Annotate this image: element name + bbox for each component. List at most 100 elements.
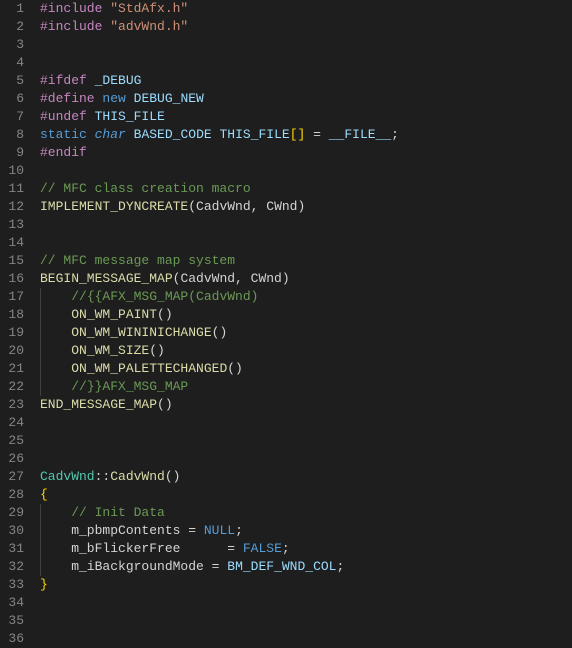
code-line[interactable]: { <box>40 486 572 504</box>
code-token: m_pbmpContents <box>40 523 188 538</box>
code-token: "StdAfx.h" <box>110 1 188 16</box>
code-line[interactable]: ON_WM_PAINT() <box>40 306 572 324</box>
code-line[interactable]: } <box>40 576 572 594</box>
code-line[interactable]: CadvWnd::CadvWnd() <box>40 468 572 486</box>
line-number: 26 <box>6 450 24 468</box>
line-number: 10 <box>6 162 24 180</box>
code-token <box>321 127 329 142</box>
code-line[interactable]: #include "advWnd.h" <box>40 18 572 36</box>
code-line[interactable]: m_iBackgroundMode = BM_DEF_WND_COL; <box>40 558 572 576</box>
line-number: 17 <box>6 288 24 306</box>
code-token <box>40 289 71 304</box>
code-token: BM_DEF_WND_COL <box>227 559 336 574</box>
code-line[interactable] <box>40 450 572 468</box>
code-token <box>126 91 134 106</box>
code-line[interactable] <box>40 432 572 450</box>
code-line[interactable] <box>40 54 572 72</box>
line-number: 16 <box>6 270 24 288</box>
code-token: BASED_CODE <box>134 127 212 142</box>
code-token: CWnd <box>251 271 282 286</box>
line-number: 15 <box>6 252 24 270</box>
code-token: __FILE__ <box>329 127 391 142</box>
code-token: FALSE <box>243 541 282 556</box>
code-line[interactable] <box>40 162 572 180</box>
indent-guide <box>40 504 41 522</box>
code-token: // Init Data <box>71 505 165 520</box>
code-line[interactable]: // Init Data <box>40 504 572 522</box>
code-token <box>196 523 204 538</box>
code-line[interactable]: m_bFlickerFree = FALSE; <box>40 540 572 558</box>
code-line[interactable]: // MFC class creation macro <box>40 180 572 198</box>
code-line[interactable]: #undef THIS_FILE <box>40 108 572 126</box>
code-token: , <box>251 199 267 214</box>
line-number: 8 <box>6 126 24 144</box>
code-line[interactable]: static char BASED_CODE THIS_FILE[] = __F… <box>40 126 572 144</box>
code-line[interactable] <box>40 594 572 612</box>
code-line[interactable]: #ifdef _DEBUG <box>40 72 572 90</box>
line-number: 18 <box>6 306 24 324</box>
line-number: 1 <box>6 0 24 18</box>
code-line[interactable]: IMPLEMENT_DYNCREATE(CadvWnd, CWnd) <box>40 198 572 216</box>
code-line[interactable]: #endif <box>40 144 572 162</box>
code-line[interactable]: m_pbmpContents = NULL; <box>40 522 572 540</box>
indent-guide <box>40 558 41 576</box>
line-number: 13 <box>6 216 24 234</box>
indent-guide <box>40 342 41 360</box>
code-token <box>235 541 243 556</box>
code-token: ( <box>188 199 196 214</box>
code-line[interactable] <box>40 630 572 648</box>
line-number: 36 <box>6 630 24 648</box>
code-token: [] <box>290 127 306 142</box>
code-token: //}}AFX_MSG_MAP <box>71 379 188 394</box>
code-token: char <box>95 127 126 142</box>
code-token: CadvWnd <box>180 271 235 286</box>
line-number: 23 <box>6 396 24 414</box>
indent-guide <box>40 288 41 306</box>
code-token <box>40 343 71 358</box>
line-number: 33 <box>6 576 24 594</box>
code-line[interactable] <box>40 36 572 54</box>
code-token <box>40 361 71 376</box>
line-number: 34 <box>6 594 24 612</box>
code-line[interactable] <box>40 216 572 234</box>
code-line[interactable]: #include "StdAfx.h" <box>40 0 572 18</box>
code-line[interactable] <box>40 414 572 432</box>
code-token: // MFC message map system <box>40 253 235 268</box>
code-line[interactable]: ON_WM_SIZE() <box>40 342 572 360</box>
line-number: 6 <box>6 90 24 108</box>
code-token <box>40 307 71 322</box>
code-line[interactable]: ON_WM_WININICHANGE() <box>40 324 572 342</box>
line-number: 3 <box>6 36 24 54</box>
code-area[interactable]: #include "StdAfx.h"#include "advWnd.h" #i… <box>34 0 572 647</box>
code-token: { <box>40 487 48 502</box>
code-token: ; <box>235 523 243 538</box>
code-line[interactable] <box>40 234 572 252</box>
code-line[interactable]: BEGIN_MESSAGE_MAP(CadvWnd, CWnd) <box>40 270 572 288</box>
line-number: 28 <box>6 486 24 504</box>
code-token: CWnd <box>266 199 297 214</box>
code-token: CadvWnd <box>196 199 251 214</box>
code-token <box>40 379 71 394</box>
code-token: :: <box>95 469 111 484</box>
indent-guide <box>40 324 41 342</box>
code-token: DEBUG_NEW <box>134 91 204 106</box>
code-token: = <box>313 127 321 142</box>
code-line[interactable]: #define new DEBUG_NEW <box>40 90 572 108</box>
code-token: // MFC class creation macro <box>40 181 251 196</box>
code-line[interactable]: // MFC message map system <box>40 252 572 270</box>
code-token: = <box>227 541 235 556</box>
code-token <box>40 505 71 520</box>
code-token: ON_WM_PAINT <box>71 307 157 322</box>
code-editor[interactable]: 1234567891011121314151617181920212223242… <box>0 0 572 647</box>
line-number: 21 <box>6 360 24 378</box>
code-token: () <box>227 361 243 376</box>
line-number: 12 <box>6 198 24 216</box>
code-token: ON_WM_WININICHANGE <box>71 325 211 340</box>
code-line[interactable]: END_MESSAGE_MAP() <box>40 396 572 414</box>
code-token: CadvWnd <box>110 469 165 484</box>
code-line[interactable]: //}}AFX_MSG_MAP <box>40 378 572 396</box>
code-line[interactable]: //{{AFX_MSG_MAP(CadvWnd) <box>40 288 572 306</box>
code-line[interactable] <box>40 612 572 630</box>
code-line[interactable]: ON_WM_PALETTECHANGED() <box>40 360 572 378</box>
code-token: NULL <box>204 523 235 538</box>
